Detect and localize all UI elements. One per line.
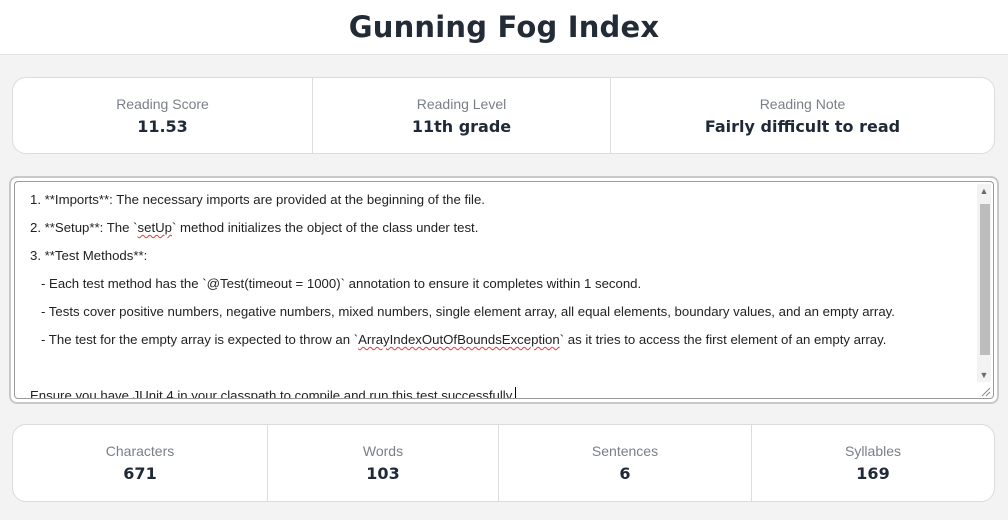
misspelled-word: classpath <box>220 388 277 399</box>
words-label: Words <box>362 443 404 459</box>
editor-line[interactable] <box>30 354 969 382</box>
sentences-cell: Sentences 6 <box>499 425 752 501</box>
editor-text-segment: 2. **Setup**: The ` <box>30 220 138 235</box>
editor-line[interactable]: 1. **Imports**: The necessary imports ar… <box>30 186 969 214</box>
summary-card: Reading Score 11.53 Reading Level 11th g… <box>12 77 995 154</box>
text-input-area[interactable]: 1. **Imports**: The necessary imports ar… <box>9 176 999 404</box>
characters-label: Characters <box>105 443 175 459</box>
editor-line[interactable]: Ensure you have JUnit 4 in your classpat… <box>30 382 969 399</box>
editor-text-segment: - Each test method has the `@Test(timeou… <box>30 276 642 291</box>
editor-text-segment: 1. **Imports**: The necessary imports ar… <box>30 192 485 207</box>
stats-card: Characters 671 Words 103 Sentences 6 Syl… <box>12 424 995 502</box>
app-header: Gunning Fog Index <box>0 0 1008 55</box>
scrollbar-thumb[interactable] <box>980 204 990 355</box>
page-title: Gunning Fog Index <box>348 10 660 44</box>
triangle-down-icon[interactable]: ▼ <box>977 368 991 382</box>
words-value: 103 <box>366 464 400 483</box>
resize-grip-icon[interactable] <box>979 384 991 397</box>
editor-text-segment: - Tests cover positive numbers, negative… <box>30 304 895 319</box>
syllables-label: Syllables <box>844 443 902 459</box>
reading-score-label: Reading Score <box>116 95 209 112</box>
text-editor[interactable]: 1. **Imports**: The necessary imports ar… <box>14 181 994 399</box>
editor-line[interactable]: - Each test method has the `@Test(timeou… <box>30 270 969 298</box>
editor-text-segment: to compile and run this test successfull… <box>276 388 516 399</box>
misspelled-word: ArrayIndexOutOfBoundsException <box>358 332 560 347</box>
syllables-value: 169 <box>856 464 890 483</box>
sentences-value: 6 <box>619 464 631 483</box>
editor-line[interactable]: - Tests cover positive numbers, negative… <box>30 298 969 326</box>
characters-value: 671 <box>123 464 157 483</box>
characters-cell: Characters 671 <box>13 425 268 501</box>
misspelled-word: setUp <box>137 220 172 235</box>
reading-level-label: Reading Level <box>416 95 507 112</box>
text-caret <box>515 387 517 398</box>
editor-line[interactable]: 2. **Setup**: The `setUp` method initial… <box>30 214 969 242</box>
vertical-scrollbar[interactable]: ▲ ▼ <box>977 184 991 382</box>
editor-line[interactable]: - The test for the empty array is expect… <box>30 326 969 354</box>
reading-level-value: 11th grade <box>411 116 512 136</box>
words-cell: Words 103 <box>268 425 499 501</box>
editor-text-segment: - The test for the empty array is expect… <box>30 332 359 347</box>
sentences-label: Sentences <box>591 443 659 459</box>
reading-score-cell: Reading Score 11.53 <box>13 78 313 153</box>
editor-text-segment: ` as it tries to access the first elemen… <box>559 332 887 347</box>
reading-note-label: Reading Note <box>759 95 846 112</box>
reading-note-value: Fairly difficult to read <box>704 116 901 136</box>
syllables-cell: Syllables 169 <box>752 425 994 501</box>
reading-note-cell: Reading Note Fairly difficult to read <box>611 78 994 153</box>
triangle-up-icon[interactable]: ▲ <box>977 184 991 198</box>
editor-text[interactable]: 1. **Imports**: The necessary imports ar… <box>30 186 969 398</box>
reading-level-cell: Reading Level 11th grade <box>313 78 611 153</box>
editor-text-segment: ` method initializes the object of the c… <box>171 220 479 235</box>
editor-text-segment: Ensure you have JUnit 4 in your <box>30 388 221 399</box>
reading-score-value: 11.53 <box>137 116 188 136</box>
editor-line[interactable]: 3. **Test Methods**: <box>30 242 969 270</box>
editor-text-segment: 3. **Test Methods**: <box>30 248 148 263</box>
